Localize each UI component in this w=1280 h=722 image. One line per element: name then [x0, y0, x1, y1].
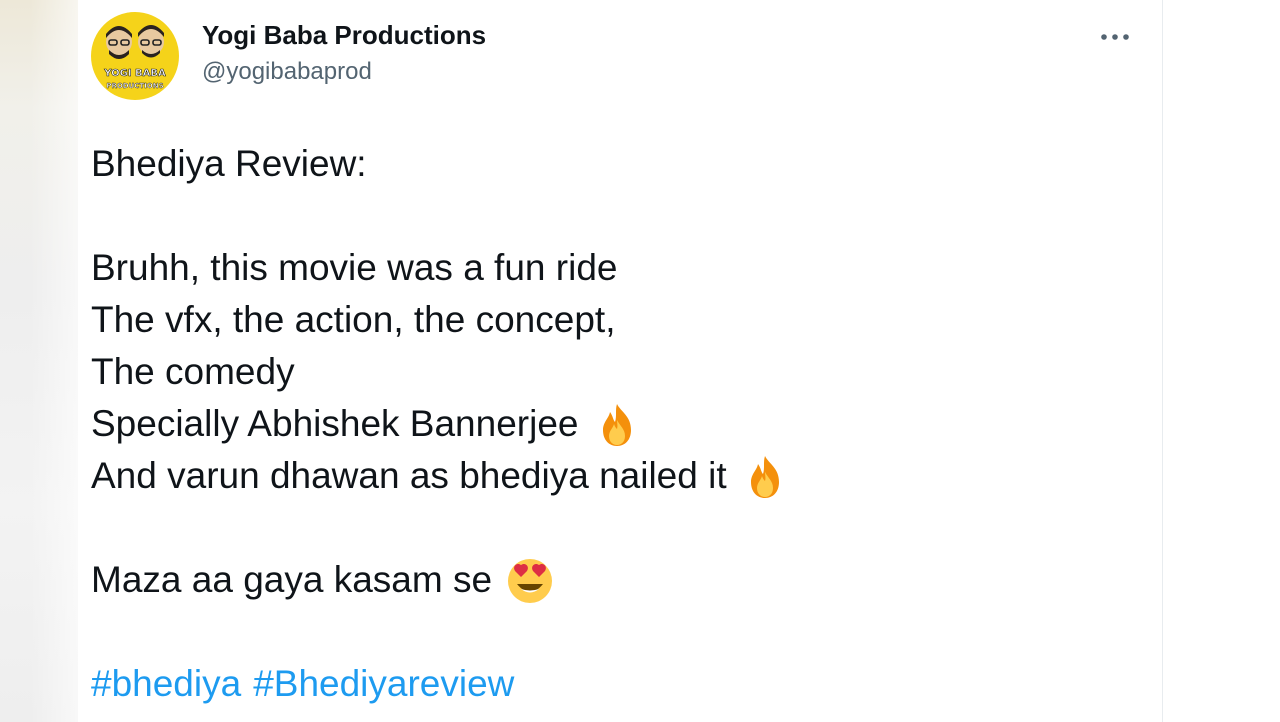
- tweet-line: Bruhh, this movie was a fun ride: [91, 247, 618, 288]
- svg-text:YOGI BABA: YOGI BABA: [103, 68, 166, 79]
- svg-text:PRODUCTIONS: PRODUCTIONS: [106, 82, 163, 90]
- tweet-line: Maza aa gaya kasam se: [91, 554, 1141, 606]
- fire-emoji-icon: [591, 398, 643, 450]
- tweet-line: And varun dhawan as bhediya nailed it: [91, 450, 1141, 502]
- more-horizontal-icon: [1101, 34, 1129, 40]
- avatar[interactable]: YOGI BABA PRODUCTIONS: [91, 12, 179, 100]
- hashtag-row: #bhediya #Bhediyareview: [91, 658, 1141, 710]
- tweet-line: Specially Abhishek Bannerjee: [91, 398, 1141, 450]
- tweet-line: The vfx, the action, the concept,: [91, 299, 616, 340]
- hashtag-link[interactable]: #Bhediyareview: [253, 658, 514, 710]
- tweet-line-text: Maza aa gaya kasam se: [91, 559, 493, 600]
- heart-eyes-emoji-icon: [504, 554, 556, 606]
- more-options-button[interactable]: [1088, 22, 1142, 52]
- tweet-line-text: And varun dhawan as bhediya nailed it: [91, 455, 727, 496]
- tweet-card[interactable]: YOGI BABA PRODUCTIONS Yogi Baba Producti…: [78, 0, 1163, 722]
- background-right: [1163, 0, 1280, 722]
- tweet-line: The comedy: [91, 351, 295, 392]
- tweet-line-text: Specially Abhishek Bannerjee: [91, 403, 579, 444]
- author-handle[interactable]: @yogibabaprod: [202, 58, 372, 86]
- screenshot-stage: YOGI BABA PRODUCTIONS Yogi Baba Producti…: [0, 0, 1280, 722]
- tweet-line: Bhediya Review:: [91, 143, 367, 184]
- tweet-text: Bhediya Review: Bruhh, this movie was a …: [91, 138, 1141, 710]
- hashtag-link[interactable]: #bhediya: [91, 658, 241, 710]
- author-display-name[interactable]: Yogi Baba Productions: [202, 20, 486, 51]
- avatar-image: YOGI BABA PRODUCTIONS: [91, 12, 179, 100]
- blurred-background-left: [0, 0, 78, 722]
- fire-emoji-icon: [739, 450, 791, 502]
